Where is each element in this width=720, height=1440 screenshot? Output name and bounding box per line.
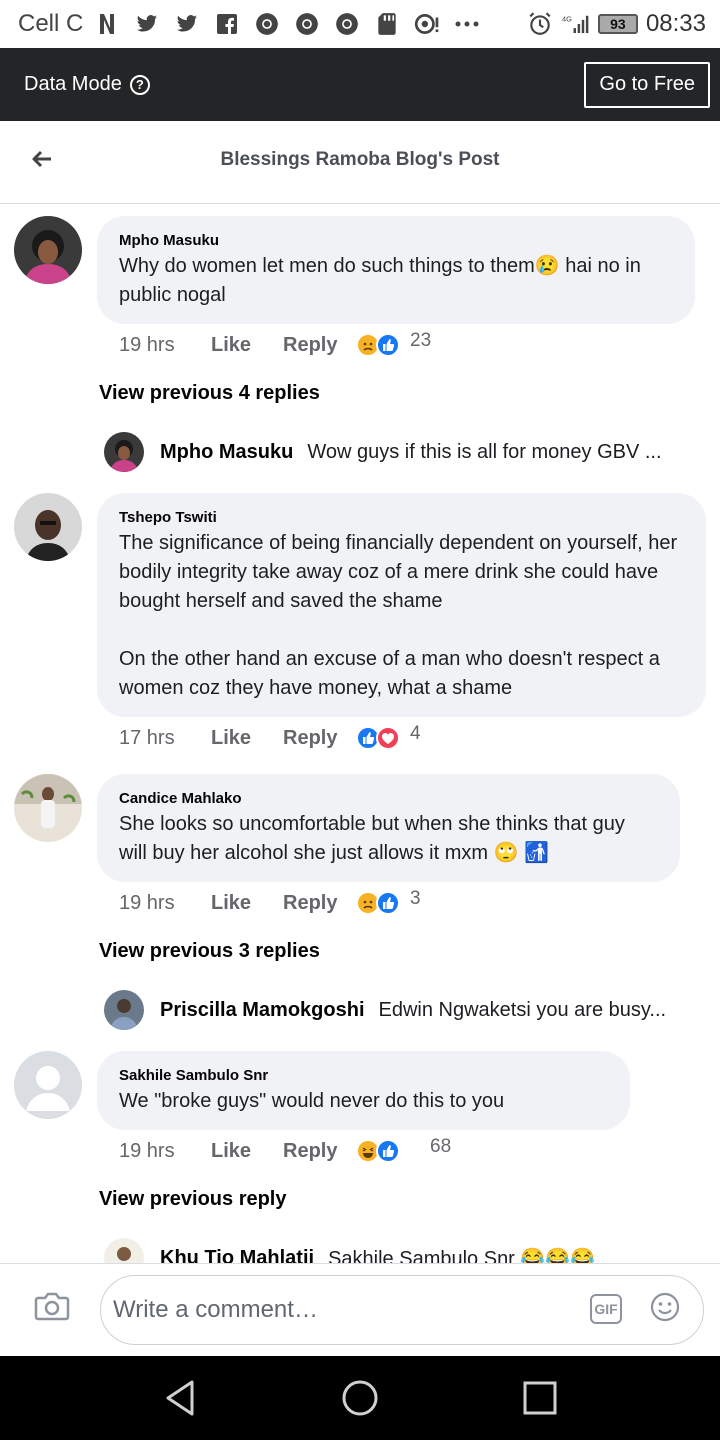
like-reaction-icon bbox=[376, 333, 400, 357]
screen: Cell C 4G 93 08:33 Data Mode ? Go to Fre… bbox=[0, 0, 720, 1440]
carrier-label: Cell C bbox=[18, 10, 84, 37]
chrome-icon bbox=[293, 10, 321, 38]
netflix-icon bbox=[93, 10, 121, 38]
reply-preview[interactable]: Priscilla Mamokgoshi Edwin Ngwaketsi you… bbox=[104, 990, 694, 1030]
comment-actions: 19 hrs Like Reply 23 bbox=[119, 330, 431, 360]
reply-text: Sakhile Sambulo Snr 😂😂😂 bbox=[328, 1247, 596, 1264]
comment-text: We "broke guys" would never do this to y… bbox=[119, 1090, 505, 1112]
love-reaction-icon bbox=[376, 726, 400, 750]
data-mode-text: Data Mode bbox=[24, 73, 122, 95]
reply-preview[interactable]: Mpho Masuku Wow guys if this is all for … bbox=[104, 432, 694, 472]
reply-preview[interactable]: Khu Tio Mahlatii Sakhile Sambulo Snr 😂😂😂 bbox=[104, 1238, 694, 1263]
comment-bubble[interactable]: Candice Mahlako She looks so uncomfortab… bbox=[97, 774, 680, 882]
view-previous-replies-link[interactable]: View previous 4 replies bbox=[99, 382, 320, 405]
avatar[interactable] bbox=[104, 990, 144, 1030]
camera-icon[interactable] bbox=[34, 1290, 70, 1322]
comment-bubble[interactable]: Tshepo Tswiti The significance of being … bbox=[97, 493, 706, 717]
like-button[interactable]: Like bbox=[211, 1140, 283, 1163]
reply-button[interactable]: Reply bbox=[283, 334, 356, 357]
go-to-free-button[interactable]: Go to Free bbox=[584, 61, 710, 108]
like-reaction-icon bbox=[376, 1139, 400, 1163]
avatar[interactable] bbox=[104, 432, 144, 472]
reply-button[interactable]: Reply bbox=[283, 892, 356, 915]
comment-author[interactable]: Mpho Masuku bbox=[119, 232, 673, 249]
comment-actions: 19 hrs Like Reply 68 bbox=[119, 1136, 451, 1166]
reply-text: Wow guys if this is all for money GBV ..… bbox=[307, 440, 662, 463]
reaction-count[interactable]: 68 bbox=[430, 1136, 451, 1158]
system-navigation-bar bbox=[0, 1356, 720, 1440]
back-nav-icon[interactable] bbox=[160, 1378, 200, 1418]
page-title: Blessings Ramoba Blog's Post bbox=[220, 149, 500, 170]
chrome-icon bbox=[333, 10, 361, 38]
reactions[interactable] bbox=[356, 891, 400, 915]
comment-time[interactable]: 19 hrs bbox=[119, 892, 211, 915]
reaction-count[interactable]: 23 bbox=[410, 330, 431, 352]
comment-composer: GIF bbox=[0, 1263, 720, 1356]
avatar[interactable] bbox=[14, 216, 82, 284]
like-reaction-icon bbox=[376, 891, 400, 915]
recents-nav-icon[interactable] bbox=[520, 1378, 560, 1418]
twitter-icon bbox=[173, 10, 201, 38]
chrome-icon bbox=[253, 10, 281, 38]
reply-author[interactable]: Priscilla Mamokgoshi bbox=[160, 999, 365, 1022]
reaction-count[interactable]: 3 bbox=[410, 888, 421, 910]
comment-text: The significance of being financially de… bbox=[119, 532, 678, 699]
like-button[interactable]: Like bbox=[211, 727, 283, 750]
emoji-icon[interactable] bbox=[650, 1292, 680, 1322]
avatar[interactable] bbox=[14, 493, 82, 561]
reaction-count[interactable]: 4 bbox=[410, 723, 421, 745]
sd-card-icon bbox=[373, 10, 401, 38]
reply-text: Edwin Ngwaketsi you are busy... bbox=[378, 998, 667, 1021]
network-label: 4G bbox=[562, 15, 572, 24]
comment-text: She looks so uncomfortable but when she … bbox=[119, 813, 625, 864]
view-previous-replies-link[interactable]: View previous 3 replies bbox=[99, 940, 320, 963]
home-nav-icon[interactable] bbox=[340, 1378, 380, 1418]
reactions[interactable] bbox=[356, 333, 400, 357]
comment-bubble[interactable]: Sakhile Sambulo Snr We "broke guys" woul… bbox=[97, 1051, 630, 1130]
reply-button[interactable]: Reply bbox=[283, 1140, 356, 1163]
comment-time[interactable]: 19 hrs bbox=[119, 1140, 211, 1163]
status-bar: Cell C 4G 93 08:33 bbox=[0, 0, 720, 48]
comments-list: Mpho Masuku Why do women let men do such… bbox=[0, 204, 720, 1263]
comment-actions: 19 hrs Like Reply 3 bbox=[119, 888, 421, 918]
comment-text: Why do women let men do such things to t… bbox=[119, 255, 641, 306]
comment-author[interactable]: Sakhile Sambulo Snr bbox=[119, 1067, 608, 1084]
avatar[interactable] bbox=[14, 774, 82, 842]
signal-icon: 4G bbox=[562, 10, 590, 38]
alarm-icon bbox=[526, 10, 554, 38]
post-header: Blessings Ramoba Blog's Post bbox=[0, 121, 720, 204]
reactions[interactable] bbox=[356, 1139, 400, 1163]
default-avatar[interactable] bbox=[14, 1051, 82, 1119]
notification-icons bbox=[93, 10, 526, 38]
comment-bubble[interactable]: Mpho Masuku Why do women let men do such… bbox=[97, 216, 695, 324]
help-icon[interactable]: ? bbox=[129, 74, 150, 95]
status-right: 4G 93 08:33 bbox=[526, 10, 706, 38]
reply-button[interactable]: Reply bbox=[283, 727, 356, 750]
comment-author[interactable]: Tshepo Tswiti bbox=[119, 509, 684, 526]
reply-author[interactable]: Khu Tio Mahlatii bbox=[160, 1247, 314, 1264]
data-mode-label[interactable]: Data Mode ? bbox=[24, 73, 150, 96]
reply-author[interactable]: Mpho Masuku bbox=[160, 441, 293, 464]
comment-time[interactable]: 19 hrs bbox=[119, 334, 211, 357]
data-saver-icon bbox=[413, 10, 441, 38]
gif-icon[interactable]: GIF bbox=[590, 1294, 622, 1324]
twitter-icon bbox=[133, 10, 161, 38]
clock: 08:33 bbox=[645, 10, 706, 37]
like-button[interactable]: Like bbox=[211, 334, 283, 357]
battery-indicator: 93 bbox=[597, 14, 638, 34]
like-button[interactable]: Like bbox=[211, 892, 283, 915]
view-previous-replies-link[interactable]: View previous reply bbox=[99, 1188, 287, 1211]
comment-author[interactable]: Candice Mahlako bbox=[119, 790, 658, 807]
avatar[interactable] bbox=[104, 1238, 144, 1263]
comment-actions: 17 hrs Like Reply 4 bbox=[119, 723, 421, 753]
reactions[interactable] bbox=[356, 726, 400, 750]
facebook-icon bbox=[213, 10, 241, 38]
more-notifications-icon bbox=[453, 10, 481, 38]
data-mode-bar: Data Mode ? Go to Free bbox=[0, 48, 720, 121]
comment-time[interactable]: 17 hrs bbox=[119, 727, 211, 750]
